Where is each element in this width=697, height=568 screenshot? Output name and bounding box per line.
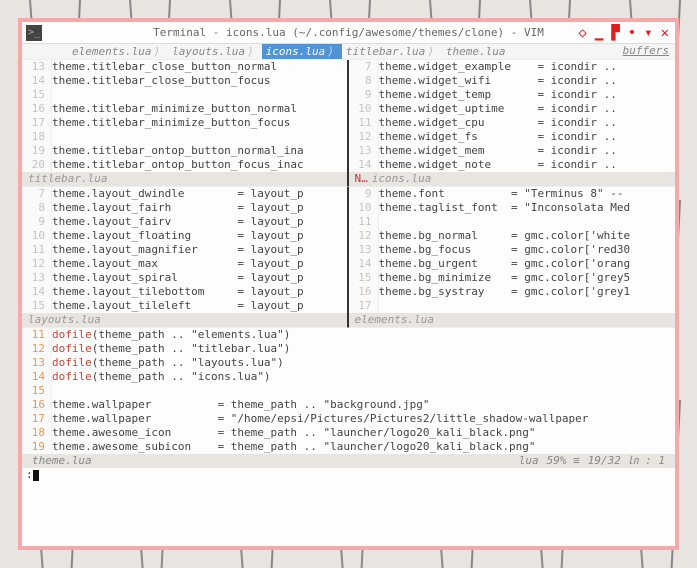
- pane-status-layouts: layouts.lua: [22, 313, 347, 327]
- code-line[interactable]: 11: [349, 215, 676, 229]
- code-line[interactable]: 8theme.widget_wifi = icondir ..: [349, 74, 676, 88]
- code-line[interactable]: 16theme.bg_systray = gmc.color['grey1: [349, 285, 676, 299]
- code-line[interactable]: 18: [22, 130, 347, 144]
- code-line[interactable]: 12theme.layout_max = layout_p: [22, 257, 347, 271]
- status-position: 19/32 ㏑ : 1: [584, 454, 669, 468]
- editor-area[interactable]: 13theme.titlebar_close_button_normal 14t…: [22, 60, 675, 546]
- cmd-prompt: :: [26, 468, 33, 482]
- code-line[interactable]: 12theme.bg_normal = gmc.color['white: [349, 229, 676, 243]
- code-line[interactable]: 15: [22, 88, 347, 102]
- pane-status-titlebar: titlebar.lua: [22, 172, 347, 186]
- tab-layouts[interactable]: layouts.lua⟩: [168, 44, 261, 59]
- code-line[interactable]: 13theme.titlebar_close_button_normal: [22, 60, 347, 74]
- dropdown-icon[interactable]: ▾: [644, 25, 652, 41]
- code-line[interactable]: 19theme.awesome_subicon = theme_path .. …: [22, 440, 675, 454]
- code-line[interactable]: 9theme.layout_fairv = layout_p: [22, 215, 347, 229]
- code-line[interactable]: 13theme.bg_focus = gmc.color['red30: [349, 243, 676, 257]
- code-line[interactable]: 11theme.layout_magnifier = layout_p: [22, 243, 347, 257]
- pane-icons-lua[interactable]: 7theme.widget_example = icondir ..8theme…: [349, 60, 676, 187]
- cursor: [33, 470, 39, 481]
- code-line[interactable]: 13theme.widget_mem = icondir ..: [349, 144, 676, 158]
- code-line[interactable]: 13dofile(theme_path .. "layouts.lua"): [22, 356, 675, 370]
- minimize-icon[interactable]: ▁: [595, 25, 603, 41]
- code-line[interactable]: 15: [22, 384, 675, 398]
- code-line[interactable]: 12dofile(theme_path .. "titlebar.lua"): [22, 342, 675, 356]
- status-filename: theme.lua: [28, 454, 96, 468]
- pane-elements-lua[interactable]: 9theme.font = "Terminus 8" --10theme.tag…: [349, 187, 676, 328]
- terminal-window: >_ Terminal - icons.lua (~/.config/aweso…: [18, 18, 679, 550]
- code-line[interactable]: 20theme.titlebar_ontop_button_focus_inac: [22, 158, 347, 172]
- code-line[interactable]: 14theme.layout_tilebottom = layout_p: [22, 285, 347, 299]
- tab-titlebar[interactable]: titlebar.lua⟩: [342, 44, 442, 59]
- code-line[interactable]: 7theme.layout_dwindle = layout_p: [22, 187, 347, 201]
- maximize-icon[interactable]: ▛: [611, 25, 619, 41]
- code-line[interactable]: 8theme.layout_fairh = layout_p: [22, 201, 347, 215]
- code-line[interactable]: 16theme.wallpaper = theme_path .. "backg…: [22, 398, 675, 412]
- code-line[interactable]: 10theme.layout_floating = layout_p: [22, 229, 347, 243]
- code-line[interactable]: 14theme.titlebar_close_button_focus: [22, 74, 347, 88]
- tab-icons[interactable]: icons.lua⟩: [262, 44, 342, 59]
- window-titlebar: >_ Terminal - icons.lua (~/.config/aweso…: [22, 22, 675, 44]
- pane-titlebar-lua[interactable]: 13theme.titlebar_close_button_normal 14t…: [22, 60, 349, 187]
- code-line[interactable]: 15theme.layout_tileleft = layout_p: [22, 299, 347, 313]
- code-line[interactable]: 11theme.widget_cpu = icondir ..: [349, 116, 676, 130]
- code-line[interactable]: 11dofile(theme_path .. "elements.lua"): [22, 328, 675, 342]
- code-line[interactable]: 14dofile(theme_path .. "icons.lua"): [22, 370, 675, 384]
- command-line[interactable]: :: [22, 468, 675, 482]
- buffer-tabline: elements.lua⟩ layouts.lua⟩ icons.lua⟩ ti…: [22, 44, 675, 60]
- code-line[interactable]: 14theme.bg_urgent = gmc.color['orang: [349, 257, 676, 271]
- code-line[interactable]: 15theme.bg_minimize = gmc.color['grey5: [349, 271, 676, 285]
- code-line[interactable]: 10theme.widget_uptime = icondir ..: [349, 102, 676, 116]
- tab-theme[interactable]: theme.lua: [442, 44, 512, 59]
- code-line[interactable]: 10theme.taglist_font = "Inconsolata Med: [349, 201, 676, 215]
- pane-status-elements: elements.lua: [349, 313, 676, 327]
- tabline-buffers-label[interactable]: buffers: [623, 44, 675, 59]
- code-line[interactable]: 12theme.widget_fs = icondir ..: [349, 130, 676, 144]
- sticky-icon[interactable]: •: [628, 25, 636, 41]
- ontop-icon[interactable]: ◇: [578, 25, 586, 41]
- code-line[interactable]: 13theme.layout_spiral = layout_p: [22, 271, 347, 285]
- code-line[interactable]: 16theme.titlebar_minimize_button_normal: [22, 102, 347, 116]
- code-line[interactable]: 17theme.wallpaper = "/home/epsi/Pictures…: [22, 412, 675, 426]
- window-title: Terminal - icons.lua (~/.config/awesome/…: [22, 26, 675, 39]
- code-line[interactable]: 18theme.awesome_icon = theme_path .. "la…: [22, 426, 675, 440]
- statusline: theme.lua lua 59% ≡ 19/32 ㏑ : 1: [22, 454, 675, 468]
- code-line[interactable]: 9theme.widget_temp = icondir ..: [349, 88, 676, 102]
- close-icon[interactable]: ✕: [661, 25, 669, 41]
- app-menu-icon[interactable]: >_: [26, 25, 42, 41]
- code-line[interactable]: 7theme.widget_example = icondir ..: [349, 60, 676, 74]
- code-line[interactable]: 9theme.font = "Terminus 8" --: [349, 187, 676, 201]
- code-line[interactable]: 14theme.widget_note = icondir ..: [349, 158, 676, 172]
- code-line[interactable]: 17: [349, 299, 676, 313]
- pane-theme-lua[interactable]: 11dofile(theme_path .. "elements.lua")12…: [22, 328, 675, 454]
- status-percent: 59% ≡: [543, 454, 584, 468]
- pane-layouts-lua[interactable]: 7theme.layout_dwindle = layout_p8theme.l…: [22, 187, 349, 328]
- tab-elements[interactable]: elements.lua⟩: [68, 44, 168, 59]
- status-filetype: lua: [515, 454, 543, 468]
- code-line[interactable]: 19theme.titlebar_ontop_button_normal_ina: [22, 144, 347, 158]
- pane-status-icons: N…icons.lua: [349, 172, 676, 186]
- code-line[interactable]: 17theme.titlebar_minimize_button_focus: [22, 116, 347, 130]
